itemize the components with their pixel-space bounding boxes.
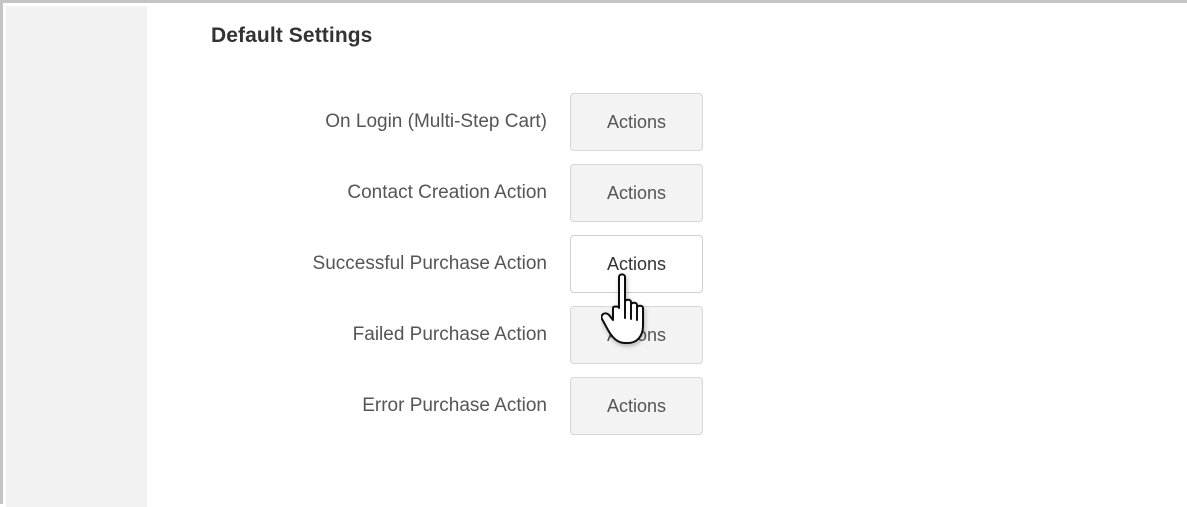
setting-row-successful-purchase: Successful Purchase Action Actions [147, 235, 707, 293]
contact-creation-actions-button[interactable]: Actions [570, 164, 703, 222]
setting-row-contact-creation: Contact Creation Action Actions [147, 164, 707, 222]
setting-row-error-purchase: Error Purchase Action Actions [147, 377, 707, 435]
setting-label-error-purchase: Error Purchase Action [362, 395, 547, 416]
section-title: Default Settings [211, 24, 373, 47]
setting-row-on-login: On Login (Multi-Step Cart) Actions [147, 93, 707, 151]
error-purchase-actions-button[interactable]: Actions [570, 377, 703, 435]
settings-panel: Default Settings On Login (Multi-Step Ca… [0, 0, 1187, 507]
on-login-actions-button[interactable]: Actions [570, 93, 703, 151]
setting-label-failed-purchase: Failed Purchase Action [352, 324, 547, 345]
setting-label-successful-purchase: Successful Purchase Action [312, 253, 547, 274]
setting-label-on-login: On Login (Multi-Step Cart) [325, 111, 547, 132]
content-area: Default Settings On Login (Multi-Step Ca… [147, 6, 1187, 504]
successful-purchase-actions-button[interactable]: Actions [570, 235, 703, 293]
setting-label-contact-creation: Contact Creation Action [347, 182, 547, 203]
failed-purchase-actions-button[interactable]: Actions [570, 306, 703, 364]
left-rail [6, 6, 147, 507]
setting-row-failed-purchase: Failed Purchase Action Actions [147, 306, 707, 364]
